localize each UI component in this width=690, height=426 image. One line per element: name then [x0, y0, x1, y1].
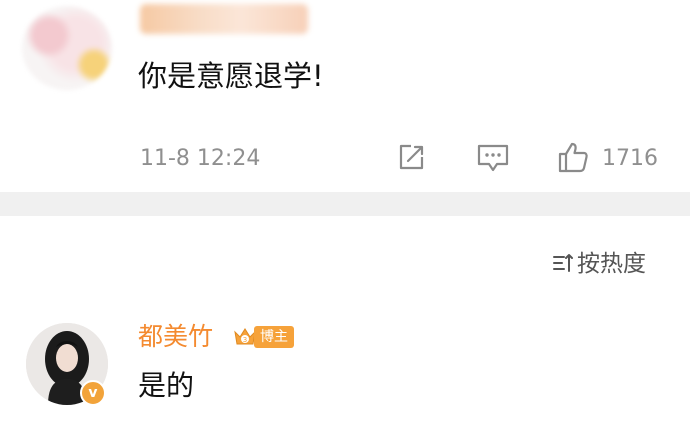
sort-button[interactable]: 按热度 — [577, 248, 646, 280]
comment-timestamp: 11-8 12:24 — [140, 146, 261, 171]
commenter-name-blurred[interactable] — [140, 4, 308, 34]
reply-text: 是的 — [138, 369, 195, 402]
comment-icon[interactable] — [476, 142, 510, 174]
verified-badge: v — [80, 380, 106, 406]
reply-author-name[interactable]: 都美竹 — [138, 320, 213, 354]
comment-text: 你是意愿退学! — [138, 59, 324, 93]
like-count: 1716 — [602, 146, 658, 171]
blogger-badge-label: 博主 — [254, 326, 294, 348]
share-icon[interactable] — [396, 142, 426, 172]
like-icon[interactable] — [556, 140, 590, 174]
sort-icon[interactable] — [552, 252, 574, 274]
section-divider — [0, 192, 690, 216]
commenter-avatar-blurred[interactable] — [22, 6, 112, 90]
blogger-badge: 3 博主 — [232, 323, 294, 351]
svg-text:3: 3 — [243, 336, 247, 344]
